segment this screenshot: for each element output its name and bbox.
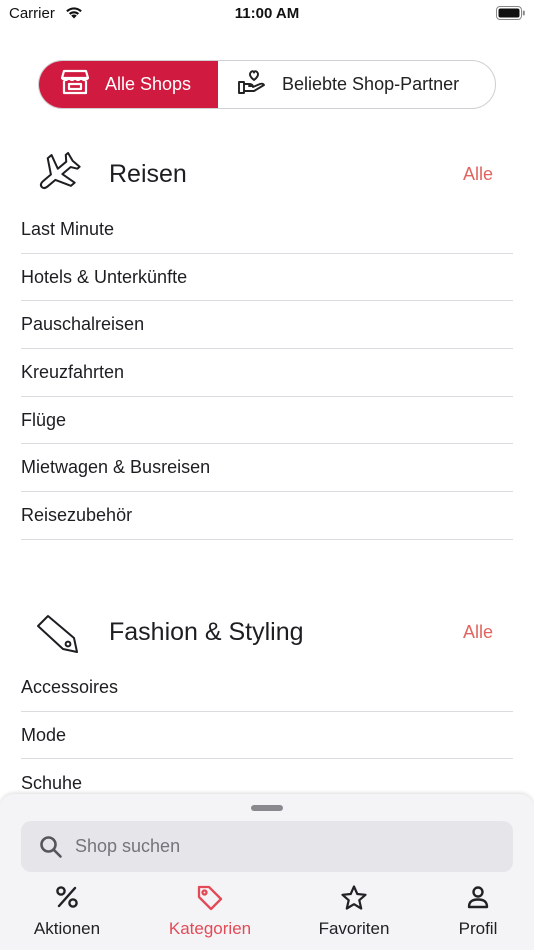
tab-aktionen[interactable]: Aktionen [2, 880, 132, 950]
hand-heart-icon [238, 69, 266, 100]
list-item[interactable]: Mietwagen & Busreisen [21, 444, 513, 493]
show-all-link[interactable]: Alle [463, 622, 493, 643]
list-item[interactable]: Mode [21, 712, 513, 760]
list-item[interactable]: Pauschalreisen [21, 301, 513, 350]
tab-label: Kategorien [168, 919, 252, 938]
category-list-reisen: Last Minute Hotels & Unterkünfte Pauscha… [21, 206, 513, 540]
list-item[interactable]: Hotels & Unterkünfte [21, 254, 513, 302]
clock: 11:00 AM [234, 5, 300, 22]
segment-popular-partners-label: Beliebte Shop-Partner [282, 74, 460, 94]
tab-favoriten[interactable]: Favoriten [289, 880, 419, 950]
shop-filter-segmented-control: Alle Shops Beliebte Shop-Partner [38, 60, 496, 109]
tab-label: Aktionen [33, 919, 101, 938]
segment-all-shops[interactable]: Alle Shops [39, 61, 218, 108]
section-header-fashion: Fashion & Styling Alle [0, 602, 534, 662]
section-title: Fashion & Styling [109, 618, 304, 646]
tab-profil[interactable]: Profil [413, 880, 534, 950]
list-item[interactable]: Last Minute [21, 206, 513, 254]
tab-label: Favoriten [318, 919, 390, 938]
segment-all-shops-label: Alle Shops [105, 74, 192, 94]
section-header-reisen: Reisen Alle [0, 144, 534, 204]
battery-icon [496, 6, 526, 26]
show-all-link[interactable]: Alle [463, 164, 493, 185]
bottom-sheet: Aktionen Kategorien Favoriten [0, 794, 534, 950]
list-item[interactable]: Flüge [21, 397, 513, 445]
tab-bar: Aktionen Kategorien Favoriten Profil [0, 880, 534, 950]
category-list-fashion: Accessoires Mode Schuhe [21, 664, 513, 807]
storefront-icon [60, 69, 90, 100]
segment-popular-partners[interactable]: Beliebte Shop-Partner [218, 61, 495, 108]
tab-label: Profil [458, 919, 498, 938]
list-item[interactable]: Accessoires [21, 664, 513, 712]
section-title: Reisen [109, 160, 187, 188]
list-item[interactable]: Reisezubehör [21, 492, 513, 540]
status-bar: Carrier 11:00 AM [0, 0, 534, 30]
tab-kategorien[interactable]: Kategorien [145, 880, 275, 950]
search-bar [21, 821, 513, 872]
list-item[interactable]: Kreuzfahrten [21, 349, 513, 397]
tag-icon [30, 608, 84, 656]
airplane-icon [30, 150, 84, 198]
search-input[interactable] [75, 821, 495, 872]
sheet-grabber[interactable] [251, 805, 283, 811]
